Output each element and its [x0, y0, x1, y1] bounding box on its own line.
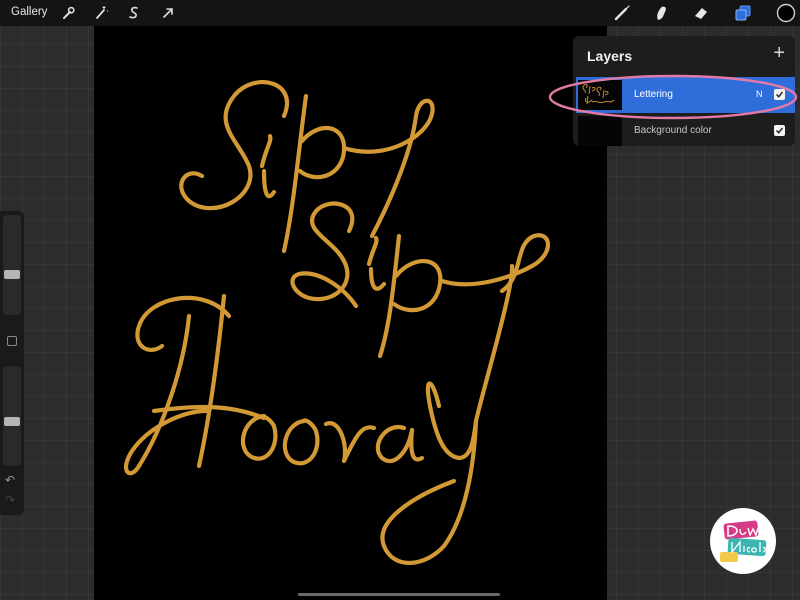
- home-indicator: [298, 593, 500, 596]
- modify-button[interactable]: [7, 336, 17, 346]
- highlight-ellipse: [548, 74, 798, 120]
- add-layer-button[interactable]: +: [773, 42, 785, 65]
- magic-wand-icon[interactable]: [93, 5, 109, 21]
- wrench-icon[interactable]: [60, 5, 76, 21]
- watermark-logo: [710, 508, 776, 574]
- undo-icon[interactable]: ↶: [5, 473, 15, 487]
- transform-arrow-icon[interactable]: [160, 5, 176, 21]
- drawing-canvas[interactable]: [94, 26, 607, 600]
- redo-icon[interactable]: ↷: [5, 493, 15, 507]
- layers-icon[interactable]: [734, 4, 752, 22]
- eraser-icon[interactable]: [692, 4, 710, 22]
- background-visibility-checkbox[interactable]: [774, 125, 785, 136]
- brush-size-slider[interactable]: [3, 215, 21, 315]
- gallery-button[interactable]: Gallery: [11, 6, 47, 18]
- top-toolbar: Gallery: [0, 0, 800, 26]
- side-toolbar: ↶ ↷: [0, 211, 24, 515]
- opacity-slider[interactable]: [3, 366, 21, 466]
- layer-name: Background color: [634, 125, 712, 136]
- panel-title: Layers: [587, 48, 633, 64]
- selection-icon[interactable]: [126, 5, 142, 21]
- color-swatch[interactable]: [776, 3, 796, 23]
- brush-size-thumb[interactable]: [4, 270, 20, 279]
- opacity-thumb[interactable]: [4, 417, 20, 426]
- brush-icon[interactable]: [613, 4, 631, 22]
- smudge-icon[interactable]: [652, 4, 670, 22]
- lettering-artwork: [124, 80, 550, 565]
